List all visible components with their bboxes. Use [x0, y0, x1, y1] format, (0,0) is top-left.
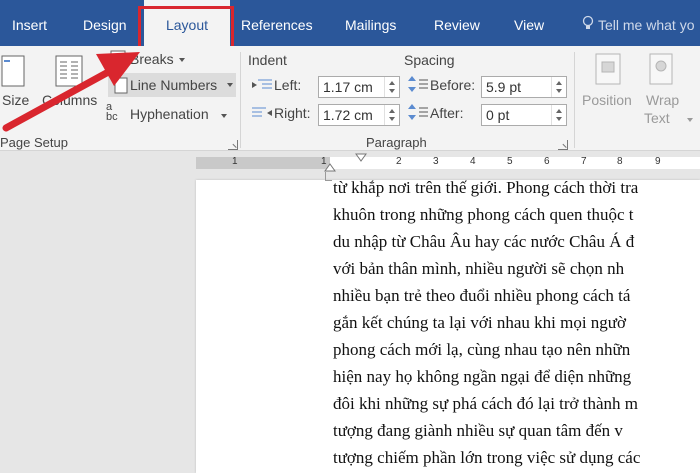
group-divider [240, 52, 241, 148]
group-divider [574, 52, 575, 148]
indent-left-label: Left: [274, 77, 302, 93]
tab-insert[interactable]: Insert [12, 0, 47, 46]
position-icon [595, 53, 621, 85]
columns-icon [55, 55, 83, 87]
ruler-margin-area [196, 157, 330, 169]
columns-label: Columns [42, 92, 98, 108]
document-text-line[interactable]: hiện nay họ không ngần ngại để diện nhữn… [333, 367, 631, 387]
document-text-line[interactable]: đôi khi những sự phá cách đó lại trở thà… [333, 394, 638, 414]
tab-mailings[interactable]: Mailings [345, 0, 396, 46]
document-text-line[interactable]: du nhập từ Châu Âu hay các nước Châu Á đ [333, 232, 634, 252]
margin-corner-mark [325, 172, 332, 181]
wrap-label: Wrap [646, 92, 680, 108]
spinner-arrows-icon[interactable] [384, 77, 399, 97]
page-setup-group-label: Page Setup [0, 135, 68, 150]
size-label: Size [2, 92, 30, 108]
breaks-icon [110, 50, 126, 68]
breaks-label: Breaks [130, 51, 174, 67]
indent-left-input[interactable]: 1.17 cm [318, 76, 400, 98]
tab-review[interactable]: Review [434, 0, 480, 46]
spinner-arrows-icon[interactable] [384, 105, 399, 125]
ruler-number: 9 [655, 156, 661, 167]
tab-layout[interactable]: Layout [144, 0, 230, 46]
tab-view[interactable]: View [514, 0, 544, 46]
wrap-text-button[interactable]: Wrap Text [642, 50, 698, 130]
tell-me-text: Tell me what yo [598, 17, 695, 33]
chevron-down-icon [221, 114, 227, 118]
line-numbers-button[interactable]: Line Numbers [108, 73, 236, 97]
hyphenation-icon: a bc [106, 101, 118, 123]
tab-references[interactable]: References [241, 0, 313, 46]
indent-marker-icon[interactable] [355, 153, 367, 163]
tell-me-search[interactable]: Tell me what yo [582, 0, 694, 46]
hyphenation-label: Hyphenation [130, 106, 209, 122]
spacing-after-icon [408, 104, 428, 120]
document-text-line[interactable]: nhiều bạn trẻ theo đuổi nhiều phong cách… [333, 286, 630, 306]
size-button[interactable]: Size [0, 52, 32, 112]
wrap-text-label: Text [644, 110, 670, 126]
spinner-arrows-icon[interactable] [551, 77, 566, 97]
paragraph-group-label: Paragraph [366, 135, 427, 150]
position-button[interactable]: Position [580, 50, 636, 130]
spacing-before-input[interactable]: 5.9 pt [481, 76, 567, 98]
indent-title: Indent [248, 52, 287, 68]
ruler-number: 8 [617, 156, 623, 167]
spacing-after-value: 0 pt [486, 107, 510, 123]
indent-left-value: 1.17 cm [323, 79, 373, 95]
document-text-line[interactable]: tượng đang giành nhiều sự quan tâm đến v [333, 421, 623, 441]
document-text-line[interactable]: tượng chiếm phần lớn trong việc sử dụng … [333, 448, 640, 468]
indent-right-input[interactable]: 1.72 cm [318, 104, 400, 126]
document-text-line[interactable]: từ khắp nơi trên thế giới. Phong cách th… [333, 178, 638, 198]
hyphenation-button[interactable]: a bc Hyphenation [106, 102, 236, 126]
tab-design[interactable]: Design [83, 0, 127, 46]
indent-right-icon [252, 107, 272, 117]
ribbon: Size Columns Breaks Line Numbers a bc Hy… [0, 46, 700, 151]
horizontal-ruler[interactable]: 1 1 2 3 4 5 6 7 8 9 [0, 151, 700, 172]
document-text-line[interactable]: khuôn trong những phong cách quen thuộc … [333, 205, 634, 225]
ruler-number: 5 [507, 156, 513, 167]
spacing-before-icon [408, 76, 428, 92]
ruler-number: 4 [470, 156, 476, 167]
document-text-line[interactable]: với bản thân mình, nhiều người sẽ chọn n… [333, 259, 624, 279]
indent-left-icon [252, 79, 272, 89]
wrap-text-icon [649, 53, 673, 85]
document-text-line[interactable]: phong cách mới lạ, cùng nhau tạo nên nhữ… [333, 340, 630, 360]
spacing-after-label: After: [430, 105, 464, 121]
lightbulb-icon [582, 1, 594, 51]
ruler-number: 7 [581, 156, 587, 167]
chevron-down-icon [687, 118, 693, 122]
ruler-number: 6 [544, 156, 550, 167]
paragraph-launcher-icon[interactable] [558, 140, 568, 150]
columns-button[interactable]: Columns [40, 52, 102, 112]
ribbon-tab-bar: Insert Design Layout References Mailings… [0, 0, 700, 46]
page-setup-launcher-icon[interactable] [228, 140, 238, 150]
indent-right-value: 1.72 cm [323, 107, 373, 123]
ruler-number: 3 [433, 156, 439, 167]
line-numbers-icon [114, 77, 128, 94]
line-numbers-label: Line Numbers [130, 77, 218, 93]
ruler-number: 1 [232, 156, 238, 167]
ruler-number: 2 [396, 156, 402, 167]
breaks-button[interactable]: Breaks [106, 48, 236, 70]
spinner-arrows-icon[interactable] [551, 105, 566, 125]
spacing-after-input[interactable]: 0 pt [481, 104, 567, 126]
chevron-down-icon [179, 58, 185, 62]
position-label: Position [582, 92, 632, 108]
document-text-line[interactable]: gắn kết chúng ta lại với nhau khi mọi ng… [333, 313, 626, 333]
chevron-down-icon [227, 83, 233, 87]
spacing-before-label: Before: [430, 77, 476, 93]
page-size-icon [1, 55, 25, 87]
spacing-before-value: 5.9 pt [486, 79, 522, 95]
indent-right-label: Right: [274, 105, 311, 121]
spacing-title: Spacing [404, 52, 455, 68]
